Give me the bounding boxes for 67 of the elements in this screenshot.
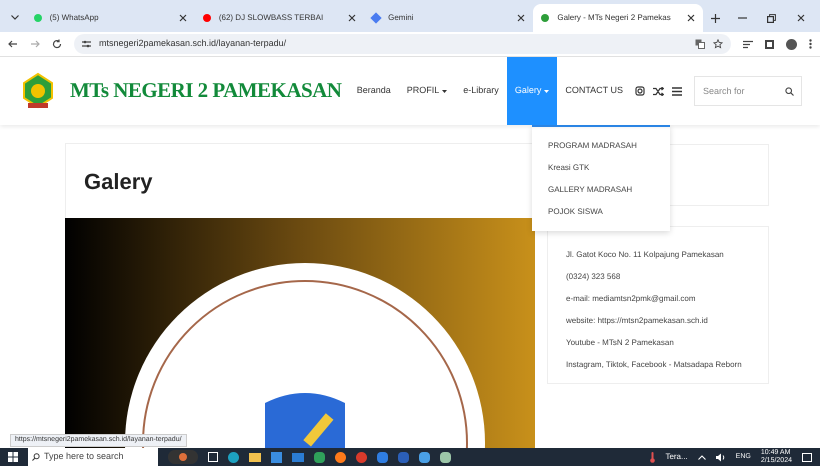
shuffle-icon[interactable] <box>653 86 664 96</box>
app-icon[interactable] <box>419 452 430 462</box>
browser-tab[interactable]: Galery - MTs Negeri 2 Pamekas <box>533 4 703 32</box>
site-title[interactable]: MTs NEGERI 2 PAMEKASAN <box>70 75 342 107</box>
tab-favicon-icon <box>202 14 211 22</box>
windows-start-icon[interactable] <box>8 452 18 462</box>
instagram-icon[interactable] <box>635 86 645 96</box>
dropdown-item[interactable]: GALLERY MADRASAH <box>532 179 670 201</box>
dropdown-item[interactable]: POJOK SISWA <box>532 201 670 223</box>
contact-info-text: (0324) 323 568 <box>566 271 622 283</box>
notification-icon[interactable] <box>802 452 812 462</box>
close-icon[interactable] <box>348 14 356 22</box>
nav-link[interactable]: e-Library <box>455 57 507 125</box>
taskbar-search-placeholder: Type here to search <box>44 450 124 464</box>
search-icon[interactable] <box>785 87 794 96</box>
contact-info-text: website: https://mtsn2pamekasan.sch.id <box>566 315 709 327</box>
browser-tab[interactable]: (5) WhatsApp <box>26 4 195 32</box>
contact-info-text: e-mail: mediamtsn2pmk@gmail.com <box>566 293 696 305</box>
tab-title: (5) WhatsApp <box>50 12 100 24</box>
contact-info-text: Instagram, Tiktok, Facebook - Matsadapa Reborn <box>566 359 743 371</box>
minimize-icon[interactable] <box>738 17 747 20</box>
profile-avatar[interactable] <box>786 38 797 50</box>
page-title: Galery <box>84 168 152 196</box>
dropdown-item[interactable]: Kreasi GTK <box>532 157 670 179</box>
task-view-icon[interactable] <box>208 452 218 462</box>
reload-icon[interactable] <box>52 39 62 50</box>
bookmark-star-icon[interactable] <box>713 39 723 50</box>
app-icon[interactable] <box>440 452 451 462</box>
reading-list-icon[interactable] <box>743 40 753 49</box>
browser-tab[interactable]: Gemini <box>364 4 534 32</box>
chevron-down-icon[interactable] <box>10 14 19 20</box>
nav-link[interactable]: PROFIL <box>398 57 456 125</box>
nav-link[interactable]: Beranda <box>348 57 399 125</box>
hamburger-menu-icon[interactable] <box>672 86 682 96</box>
contact-info-text: Jl. Gatot Koco No. 11 Kolpajung Pamekasan <box>566 249 725 261</box>
contact-info-text: Youtube - MTsN 2 Pamekasan <box>566 337 675 349</box>
tab-favicon-icon <box>34 14 42 22</box>
dropdown-item[interactable]: PROGRAM MADRASAH <box>532 135 670 157</box>
taskbar-search-field[interactable]: Type here to search <box>28 448 158 466</box>
tab-title: (62) DJ SLOWBASS TERBAI <box>218 12 324 24</box>
url-text: mtsnegeri2pamekasan.sch.id/layanan-terpadu/ <box>99 37 288 50</box>
chevron-up-icon[interactable] <box>698 454 706 460</box>
speaker-icon[interactable] <box>716 452 726 462</box>
close-icon[interactable] <box>797 14 806 22</box>
search-icon <box>32 453 40 461</box>
app-icon[interactable] <box>377 452 388 462</box>
close-icon[interactable] <box>178 14 187 22</box>
back-icon[interactable] <box>8 39 18 50</box>
close-icon[interactable] <box>517 14 526 22</box>
browser-tab[interactable]: (62) DJ SLOWBASS TERBAI <box>194 4 364 32</box>
nav-link[interactable]: CONTACT US <box>557 57 631 125</box>
tab-title: Galery - MTs Negeri 2 Pamekas <box>557 12 672 24</box>
menu-icon[interactable] <box>809 39 812 50</box>
app-icon[interactable] <box>314 452 325 462</box>
side-panel-icon[interactable] <box>765 40 774 49</box>
thermometer-icon[interactable] <box>650 452 656 462</box>
translate-icon[interactable] <box>695 39 705 50</box>
weather-text[interactable]: Tera... <box>665 451 688 463</box>
close-icon[interactable] <box>686 14 695 22</box>
site-settings-icon[interactable] <box>82 40 91 48</box>
tab-favicon-icon <box>541 14 550 22</box>
tab-title: Gemini <box>388 12 414 24</box>
search-field[interactable]: Search for <box>694 76 802 106</box>
new-tab-icon[interactable] <box>710 14 720 23</box>
address-bar[interactable]: mtsnegeri2pamekasan.sch.id/layanan-terpadu/ <box>74 34 731 54</box>
restore-icon[interactable] <box>767 14 776 23</box>
tab-favicon-icon <box>370 12 382 24</box>
